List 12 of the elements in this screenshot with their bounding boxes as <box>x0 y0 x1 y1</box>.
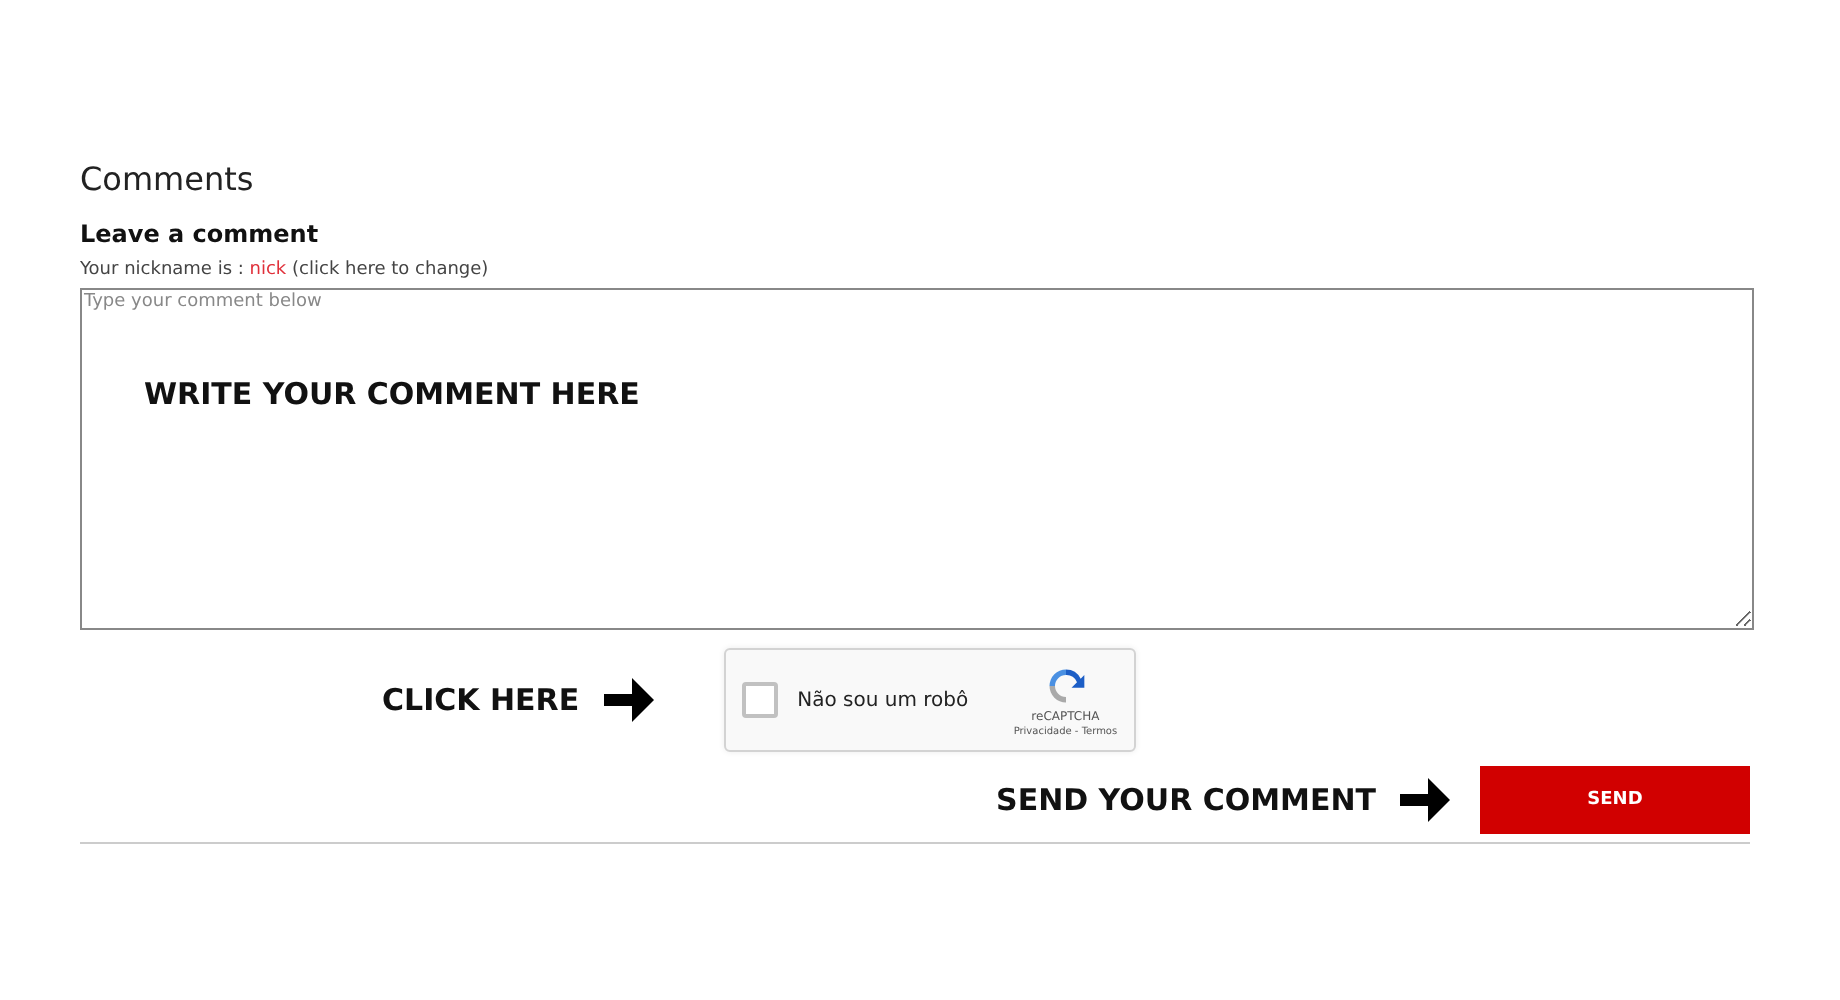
captcha-checkbox[interactable] <box>741 682 778 718</box>
arrow-icon <box>599 672 656 728</box>
change-nickname-link[interactable]: (click here to change) <box>292 260 489 280</box>
nickname-text: Your nickname is : nick (click here to change) <box>80 260 491 280</box>
captcha-label: Não sou um robô <box>797 689 971 711</box>
annotation-text: CLICK HERE <box>382 682 580 718</box>
send-button[interactable]: SEND <box>1480 766 1750 834</box>
section-title: Comments <box>80 160 256 202</box>
arrow-icon <box>1396 772 1452 828</box>
annotation-text: WRITE YOUR COMMENT HERE <box>144 376 640 412</box>
annotation-text: SEND YOUR COMMENT <box>996 782 1376 818</box>
form-heading: Leave a comment <box>80 220 321 248</box>
